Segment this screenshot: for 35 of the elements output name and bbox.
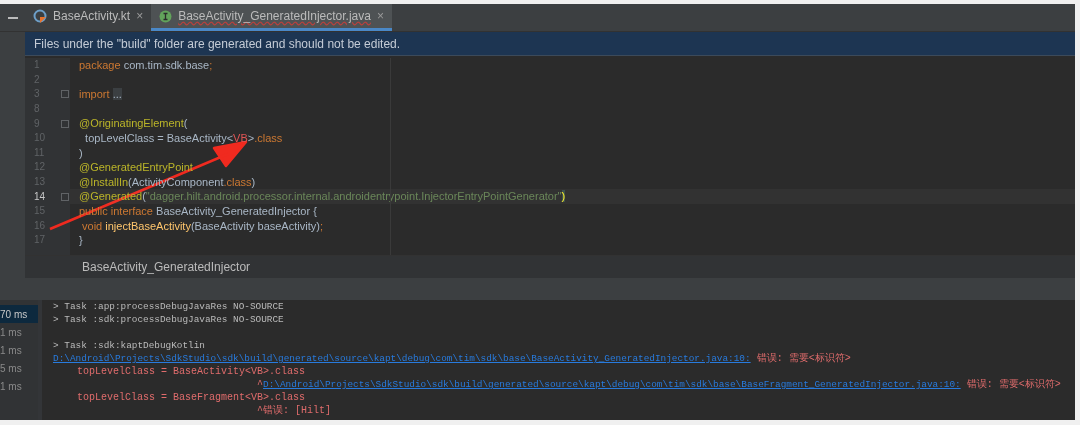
code-line: void injectBaseActivity(BaseActivity baseActivity);: [81, 218, 323, 234]
console-line: > Task :sdk:kaptDebugKotlin: [53, 340, 205, 351]
code-line: }: [79, 233, 83, 249]
fold-icon[interactable]: [61, 119, 69, 128]
minimize-icon[interactable]: [7, 16, 18, 19]
close-icon[interactable]: ×: [376, 7, 384, 25]
build-time[interactable]: 5 ms: [0, 359, 38, 377]
console-line: topLevelClass = BaseFragment<VB>.class: [76, 392, 306, 403]
console-line: topLevelClass = BaseActivity<VB>.class: [76, 366, 306, 377]
fold-icon[interactable]: [61, 192, 69, 201]
line-number: 14: [33, 191, 46, 202]
tab-label: BaseActivity_GeneratedInjector.java: [178, 8, 371, 25]
breadcrumb[interactable]: BaseActivity_GeneratedInjector: [82, 258, 251, 276]
code-line: topLevelClass = BaseActivity<VB>.class: [84, 131, 283, 146]
fold-icon[interactable]: [61, 90, 69, 99]
kotlin-file-icon: [33, 9, 47, 23]
build-time[interactable]: 1 ms: [0, 323, 38, 341]
code-line: ): [79, 145, 83, 161]
code-line: @OriginatingElement(: [79, 116, 188, 132]
close-icon[interactable]: ×: [136, 7, 144, 25]
code-line: package com.tim.sdk.base;: [79, 58, 213, 74]
build-time[interactable]: 1 ms: [0, 377, 38, 395]
build-time[interactable]: 70 ms: [0, 305, 38, 323]
console-line: > Task :app:processDebugJavaRes NO-SOURCE: [53, 301, 284, 312]
editor-tab[interactable]: BaseActivity_GeneratedInjector.java ×: [151, 4, 392, 31]
build-time[interactable]: 1 ms: [0, 341, 38, 359]
tab-label: BaseActivity.kt: [53, 8, 131, 25]
console-line: D:\Android\Projects\SdkStudio\sdk\build\generated\source\kapt\debug\com\tim\sdk\base\BaseActivity_GeneratedInjector.java:10: 错误: 需要<标识符>: [53, 353, 851, 364]
interface-file-icon: [159, 9, 173, 23]
console-line: > Task :sdk:processDebugJavaRes NO-SOURCE: [53, 314, 284, 325]
console-line: ^D:\Android\Projects\SdkStudio\sdk\build\generated\source\kapt\debug\com\tim\sdk\base\BaseFragment_GeneratedInjector.java:10: 错误: 需要<标识符>: [256, 379, 1061, 390]
console-line: ^错误: [Hilt]: [256, 405, 332, 416]
notification-banner: Files under the "build" folder are generated and should not be edited.: [25, 32, 1075, 56]
code-line: import ...: [79, 87, 122, 103]
code-line: @GeneratedEntryPoint: [79, 160, 193, 176]
